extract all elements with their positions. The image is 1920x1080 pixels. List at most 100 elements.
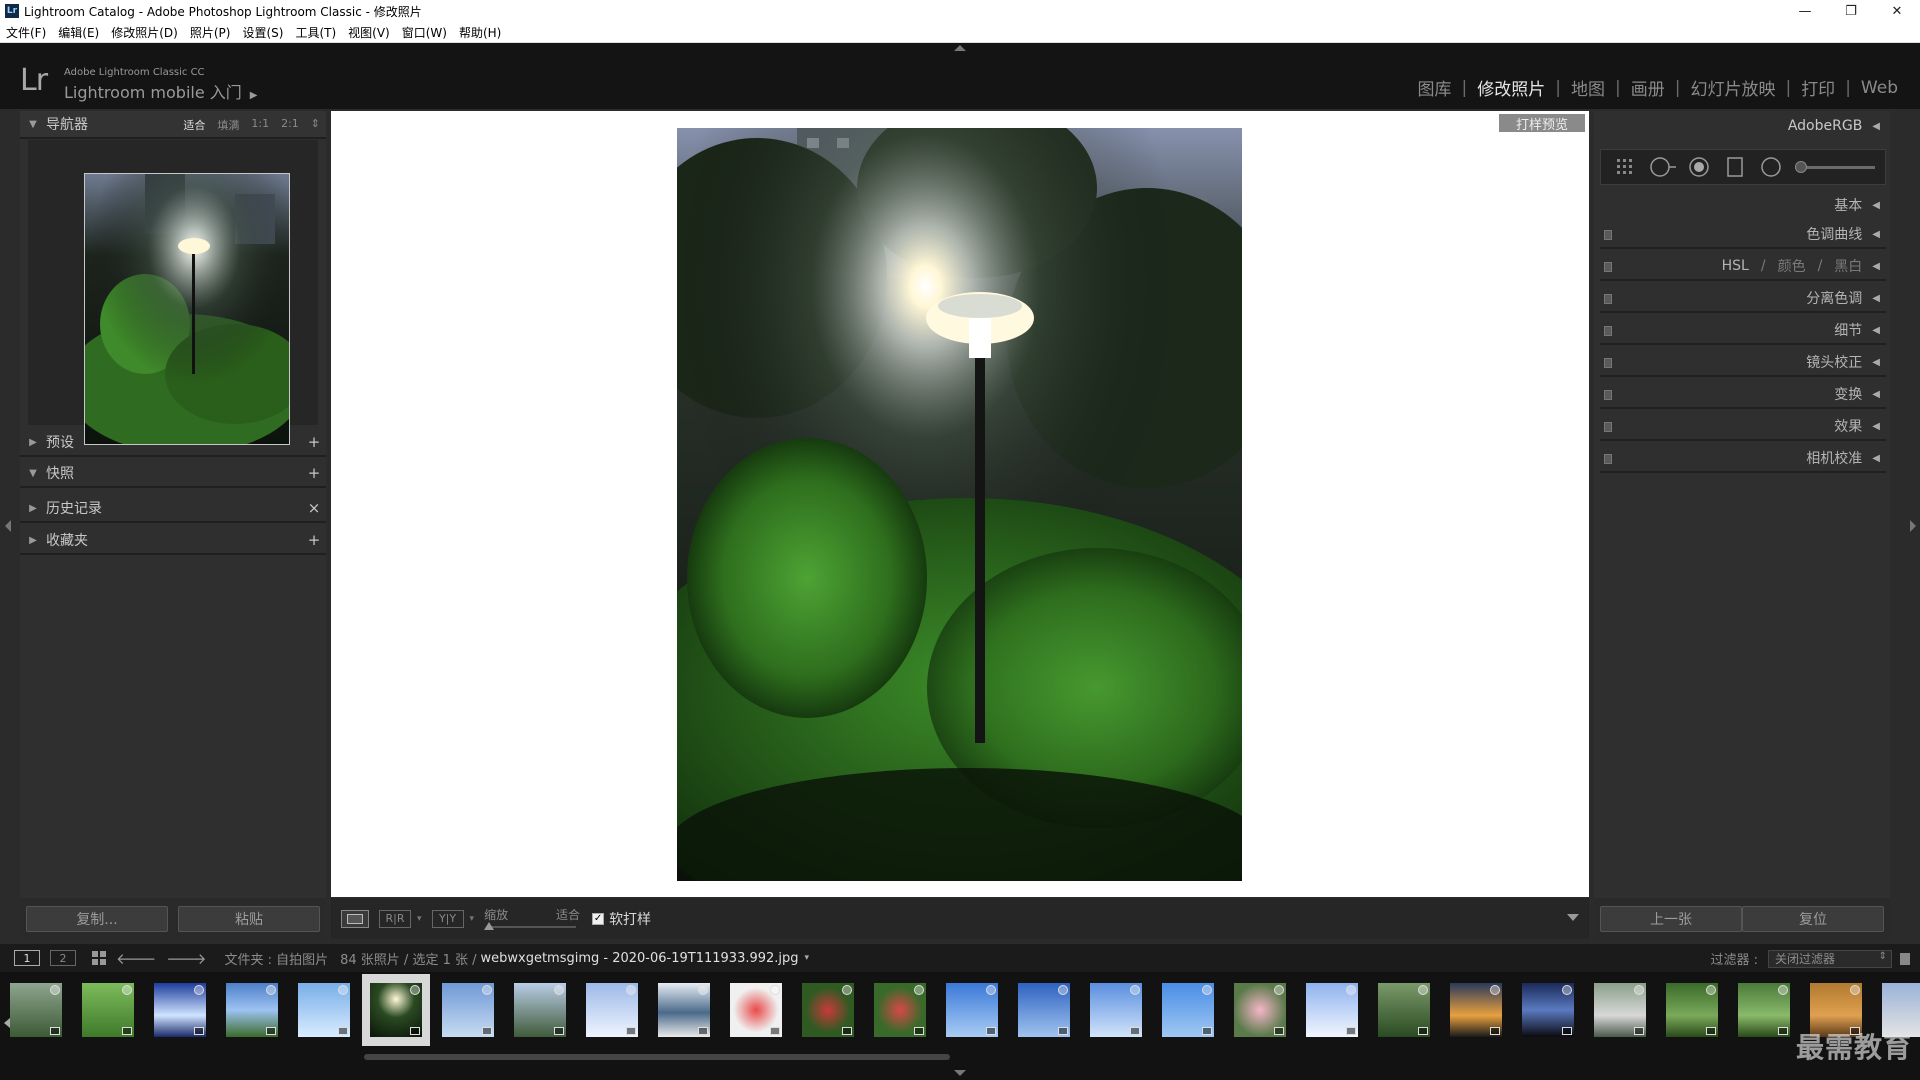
filename-caret-icon[interactable]: ▾	[805, 953, 810, 963]
collections-header[interactable]: ▶ 收藏夹 +	[20, 527, 326, 555]
panel-detail[interactable]: 细节 ◀	[1600, 317, 1886, 345]
zoom-caret-icon[interactable]: ⇕	[311, 117, 320, 133]
navigator-thumbnail[interactable]	[84, 173, 290, 445]
filmstrip-source[interactable]: 文件夹 : 自拍图片	[224, 949, 328, 968]
add-collection-icon[interactable]: +	[302, 531, 326, 549]
menu-view[interactable]: 视图(V)	[348, 24, 390, 41]
add-preset-icon[interactable]: +	[302, 433, 326, 451]
zoom-fill[interactable]: 填满	[217, 117, 239, 133]
panel-toggle-switch[interactable]	[1604, 262, 1612, 272]
filmstrip-filename[interactable]: webwxgetmsgimg - 2020-06-19T111933.992.j…	[481, 951, 799, 966]
module-book[interactable]: 画册	[1621, 75, 1675, 100]
secondary-window-button[interactable]: 2	[50, 950, 76, 966]
zoom-slider-knob[interactable]	[484, 921, 495, 930]
reset-button[interactable]: 复位	[1742, 905, 1884, 932]
panel-camera-calibration[interactable]: 相机校准 ◀	[1600, 445, 1886, 473]
filmstrip-thumbnail[interactable]	[434, 976, 502, 1044]
clear-history-icon[interactable]: ×	[302, 499, 326, 517]
menu-settings[interactable]: 设置(S)	[242, 24, 283, 41]
filmstrip-thumbnail[interactable]	[506, 976, 574, 1044]
filmstrip-thumbnail[interactable]	[146, 976, 214, 1044]
collapse-top-panel-arrow-icon[interactable]	[954, 45, 966, 51]
menu-help[interactable]: 帮助(H)	[459, 24, 501, 41]
filmstrip-thumbnail[interactable]	[1226, 976, 1294, 1044]
filmstrip-thumbnail[interactable]	[74, 976, 142, 1044]
module-develop[interactable]: 修改照片	[1467, 75, 1555, 100]
back-arrow-icon[interactable]: 🡐	[116, 949, 156, 968]
previous-settings-button[interactable]: 上一张	[1600, 905, 1742, 932]
filmstrip-thumbnail[interactable]	[2, 976, 70, 1044]
filmstrip-thumbnail[interactable]	[1514, 976, 1582, 1044]
minimize-icon[interactable]: —	[1782, 0, 1828, 22]
panel-toggle-switch[interactable]	[1604, 358, 1612, 368]
module-library[interactable]: 图库	[1408, 75, 1462, 100]
module-slideshow[interactable]: 幻灯片放映	[1680, 75, 1785, 100]
panel-tone-curve[interactable]: 色调曲线 ◀	[1600, 221, 1886, 249]
filmstrip-thumbnail[interactable]	[1010, 976, 1078, 1044]
panel-bw-label[interactable]: 黑白	[1834, 256, 1862, 276]
loupe-view-button[interactable]	[341, 909, 369, 928]
presets-header[interactable]: ▶ 预设 +	[20, 429, 326, 457]
panel-toggle-switch[interactable]	[1604, 230, 1612, 240]
main-photo[interactable]	[677, 128, 1242, 881]
filmstrip-thumbnail[interactable]	[1586, 976, 1654, 1044]
main-window-button[interactable]: 1	[14, 950, 40, 966]
menu-window[interactable]: 窗口(W)	[402, 24, 447, 41]
filmstrip-thumbnail[interactable]	[1370, 976, 1438, 1044]
module-map[interactable]: 地图	[1561, 75, 1615, 100]
adjustment-brush-slider[interactable]	[1795, 160, 1875, 173]
graduated-filter-icon[interactable]	[1717, 152, 1753, 182]
zoom-fit[interactable]: 适合	[183, 117, 205, 133]
collapse-left-panel-arrow-icon[interactable]	[5, 520, 11, 532]
copy-settings-button[interactable]: 复制...	[26, 905, 168, 932]
before-after-caret-icon[interactable]: ▾	[417, 914, 422, 924]
spot-removal-icon[interactable]	[1645, 152, 1681, 182]
collapse-filmstrip-arrow-icon[interactable]	[954, 1070, 966, 1076]
filmstrip-thumbnail[interactable]	[218, 976, 286, 1044]
filmstrip-thumbnail[interactable]	[290, 976, 358, 1044]
panel-hsl-label[interactable]: HSL	[1722, 258, 1749, 274]
history-header[interactable]: ▶ 历史记录 ×	[20, 495, 326, 523]
zoom-1-1[interactable]: 1:1	[251, 117, 269, 133]
menu-tools[interactable]: 工具(T)	[295, 24, 336, 41]
restore-icon[interactable]: ❐	[1828, 0, 1874, 22]
menu-develop[interactable]: 修改照片(D)	[111, 24, 178, 41]
panel-basic[interactable]: 基本 ◀	[1600, 191, 1886, 219]
radial-filter-icon[interactable]	[1753, 152, 1789, 182]
panel-toggle-switch[interactable]	[1604, 454, 1612, 464]
menu-edit[interactable]: 编辑(E)	[58, 24, 99, 41]
filmstrip-thumbnail[interactable]	[1658, 976, 1726, 1044]
zoom-2-1[interactable]: 2:1	[281, 117, 299, 133]
filmstrip-thumbnail-selected[interactable]	[362, 974, 430, 1046]
menu-file[interactable]: 文件(F)	[6, 24, 46, 41]
menu-photo[interactable]: 照片(P)	[190, 24, 231, 41]
snapshots-header[interactable]: ▼ 快照 +	[20, 460, 326, 488]
filmstrip-thumbnail[interactable]	[1730, 976, 1798, 1044]
identity-plate-main[interactable]: Lightroom mobile 入门 ▶	[64, 79, 257, 103]
filter-lock-icon[interactable]	[1900, 952, 1910, 965]
red-eye-icon[interactable]	[1681, 152, 1717, 182]
filmstrip-thumbnail[interactable]	[1154, 976, 1222, 1044]
zoom-slider[interactable]	[486, 925, 577, 928]
before-after-button[interactable]: R|R	[379, 909, 411, 928]
before-after-swap-caret-icon[interactable]: ▾	[470, 914, 475, 924]
toolbar-menu-icon[interactable]	[1567, 914, 1579, 921]
histogram-header[interactable]: AdobeRGB ◀	[1594, 111, 1890, 141]
before-after-swap-button[interactable]: Y|Y	[431, 909, 464, 928]
panel-toggle-switch[interactable]	[1604, 390, 1612, 400]
crop-overlay-icon[interactable]	[1609, 152, 1645, 182]
filmstrip-thumbnail[interactable]	[794, 976, 862, 1044]
filmstrip-thumbnail[interactable]	[722, 976, 790, 1044]
forward-arrow-icon[interactable]: 🡒	[166, 949, 206, 968]
soft-proof-checkbox[interactable]: ✓	[592, 912, 605, 925]
filmstrip-thumbnail[interactable]	[1298, 976, 1366, 1044]
filmstrip-thumbnail[interactable]	[578, 976, 646, 1044]
loupe-view[interactable]: 打样预览	[331, 111, 1589, 897]
filmstrip-thumbnail[interactable]	[866, 976, 934, 1044]
close-icon[interactable]: ✕	[1874, 0, 1920, 22]
collapse-right-panel-arrow-icon[interactable]	[1910, 520, 1916, 532]
module-web[interactable]: Web	[1851, 78, 1908, 98]
panel-transform[interactable]: 变换 ◀	[1600, 381, 1886, 409]
panel-toggle-switch[interactable]	[1604, 294, 1612, 304]
panel-toggle-switch[interactable]	[1604, 422, 1612, 432]
